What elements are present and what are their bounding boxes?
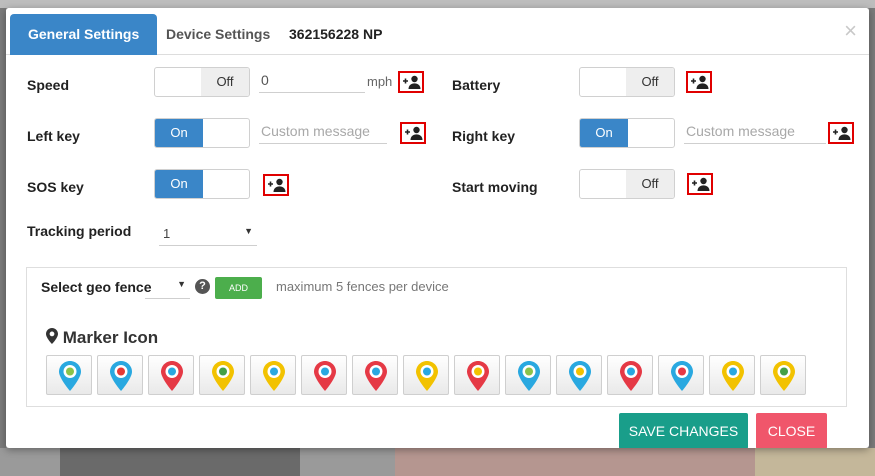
marker-option-button[interactable] — [709, 355, 755, 395]
marker-option-button[interactable] — [301, 355, 347, 395]
toggle-on-side: On — [155, 170, 203, 198]
sos-key-label: SOS key — [27, 179, 84, 195]
left-key-label: Left key — [27, 128, 80, 144]
left-key-message-input[interactable] — [259, 118, 387, 144]
background-map-top — [0, 0, 875, 8]
tracking-period-label: Tracking period — [27, 223, 132, 239]
right-key-label: Right key — [452, 128, 516, 144]
toggle-off-side — [201, 170, 249, 198]
marker-mustache-icon — [365, 361, 387, 391]
geofence-hint: maximum 5 fences per device — [276, 279, 449, 294]
toggle-off-side: Off — [201, 68, 249, 96]
geofence-label: Select geo fence — [41, 279, 152, 295]
close-button[interactable]: CLOSE — [756, 413, 827, 448]
speed-unit: mph — [367, 74, 393, 89]
add-recipient-icon[interactable] — [828, 122, 854, 144]
device-settings-modal: General Settings Device Settings 3621562… — [6, 8, 869, 448]
background-map-area — [60, 448, 300, 476]
marker-key-icon — [416, 361, 438, 391]
speed-toggle[interactable]: Off — [154, 67, 250, 97]
marker-target-icon — [212, 361, 234, 391]
help-icon[interactable]: ? — [195, 279, 210, 294]
save-changes-button[interactable]: SAVE CHANGES — [619, 413, 748, 448]
background-map-bottom — [0, 448, 875, 476]
marker-paw-icon — [518, 361, 540, 391]
left-key-toggle[interactable]: On — [154, 118, 250, 148]
tracking-period-value: 1 — [163, 226, 171, 241]
add-recipient-icon[interactable] — [687, 173, 713, 195]
marker-message-icon — [773, 361, 795, 391]
marker-option-button[interactable] — [607, 355, 653, 395]
tab-general-settings[interactable]: General Settings — [10, 14, 158, 55]
marker-option-button[interactable] — [658, 355, 704, 395]
marker-heart-icon — [314, 361, 336, 391]
marker-option-button[interactable] — [403, 355, 449, 395]
marker-option-button[interactable] — [46, 355, 92, 395]
marker-option-button[interactable] — [199, 355, 245, 395]
speed-label: Speed — [27, 77, 70, 93]
background-map-area — [755, 448, 875, 476]
right-key-message-input[interactable] — [684, 118, 826, 144]
marker-cloud-icon — [161, 361, 183, 391]
add-geofence-button[interactable]: ADD — [215, 277, 262, 299]
marker-icon-heading: Marker Icon — [46, 328, 158, 348]
device-id-label: 362156228 NP — [289, 26, 383, 42]
geofence-select[interactable]: ▼ — [145, 273, 190, 299]
marker-option-button[interactable] — [352, 355, 398, 395]
marker-option-button[interactable] — [454, 355, 500, 395]
speed-input[interactable] — [259, 67, 365, 93]
marker-option-button[interactable] — [148, 355, 194, 395]
toggle-on-side — [580, 170, 628, 198]
background-map-area — [395, 448, 755, 476]
start-moving-toggle[interactable]: Off — [579, 169, 675, 199]
marker-globe-icon — [59, 361, 81, 391]
marker-pencil-icon — [569, 361, 591, 391]
map-marker-icon — [46, 328, 58, 344]
add-recipient-icon[interactable] — [263, 174, 289, 196]
marker-option-button[interactable] — [97, 355, 143, 395]
toggle-off-side: Off — [626, 170, 674, 198]
toggle-off-side — [626, 119, 674, 147]
marker-option-button[interactable] — [505, 355, 551, 395]
toggle-off-side — [201, 119, 249, 147]
toggle-on-side: On — [580, 119, 628, 147]
sos-key-toggle[interactable]: On — [154, 169, 250, 199]
marker-icon-title: Marker Icon — [62, 328, 159, 347]
toggle-off-side: Off — [626, 68, 674, 96]
chevron-down-icon: ▼ — [177, 279, 186, 289]
marker-walker-icon — [722, 361, 744, 391]
add-recipient-icon[interactable] — [400, 122, 426, 144]
marker-option-button[interactable] — [556, 355, 602, 395]
tab-device-settings[interactable]: Device Settings — [148, 14, 288, 55]
marker-option-button[interactable] — [250, 355, 296, 395]
modal-tab-bar: General Settings Device Settings 3621562… — [6, 8, 869, 55]
battery-label: Battery — [452, 77, 501, 93]
tracking-period-select[interactable]: 1 ▼ — [159, 220, 257, 246]
marker-option-button[interactable] — [760, 355, 806, 395]
chevron-down-icon: ▼ — [244, 226, 253, 236]
marker-sun-icon — [467, 361, 489, 391]
background-map-right — [869, 8, 875, 448]
marker-minus-icon — [110, 361, 132, 391]
marker-star-icon — [671, 361, 693, 391]
right-key-toggle[interactable]: On — [579, 118, 675, 148]
toggle-on-side — [580, 68, 628, 96]
add-recipient-icon[interactable] — [686, 71, 712, 93]
add-recipient-icon[interactable] — [398, 71, 424, 93]
start-moving-label: Start moving — [452, 179, 538, 195]
marker-eye-icon — [263, 361, 285, 391]
toggle-on-side: On — [155, 119, 203, 147]
marker-pin-icon — [620, 361, 642, 391]
close-icon[interactable]: × — [844, 20, 857, 42]
battery-toggle[interactable]: Off — [579, 67, 675, 97]
toggle-on-side — [155, 68, 203, 96]
